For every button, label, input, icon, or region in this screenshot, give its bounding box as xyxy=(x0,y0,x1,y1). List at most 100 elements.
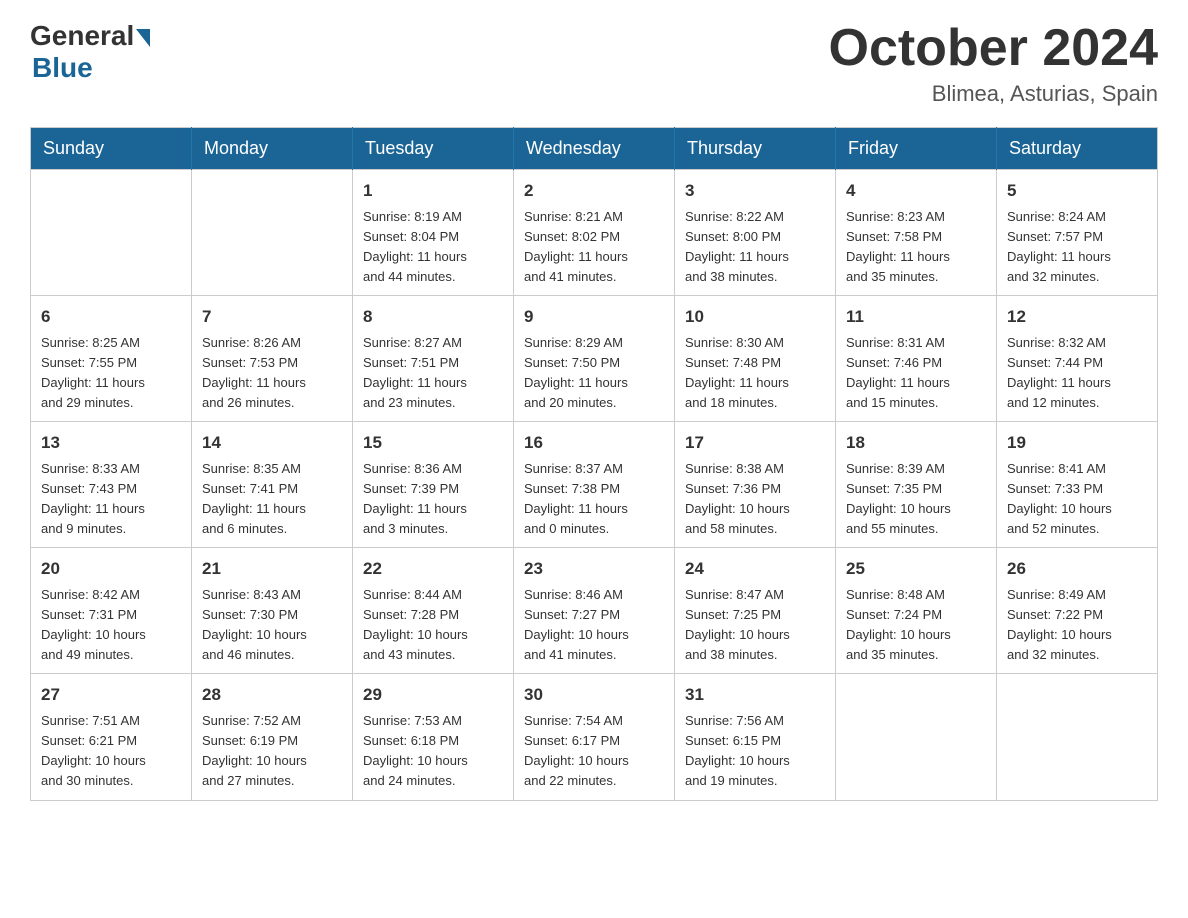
day-info: Sunrise: 7:51 AM Sunset: 6:21 PM Dayligh… xyxy=(41,711,181,792)
calendar-cell: 10Sunrise: 8:30 AM Sunset: 7:48 PM Dayli… xyxy=(675,296,836,422)
calendar-week-row: 6 Sunrise: 8:25 AM Sunset: 7:55 PM Daylig… xyxy=(31,296,1158,422)
day-info: Sunrise: 8:43 AM Sunset: 7:30 PM Dayligh… xyxy=(202,585,342,666)
calendar-cell xyxy=(192,170,353,296)
calendar-cell: 8 Sunrise: 8:27 AM Sunset: 7:51 PM Daylig… xyxy=(353,296,514,422)
day-number: 15 xyxy=(363,430,503,456)
day-number: 19 xyxy=(1007,430,1147,456)
day-number: 22 xyxy=(363,556,503,582)
day-info: Sunrise: 8:46 AM Sunset: 7:27 PM Dayligh… xyxy=(524,585,664,666)
day-info: Sunrise: 7:56 AM Sunset: 6:15 PM Dayligh… xyxy=(685,711,825,792)
logo-blue-text: Blue xyxy=(32,52,93,84)
calendar-cell: 25Sunrise: 8:48 AM Sunset: 7:24 PM Dayli… xyxy=(836,548,997,674)
calendar-cell: 2 Sunrise: 8:21 AM Sunset: 8:02 PM Daylig… xyxy=(514,170,675,296)
calendar-cell: 6 Sunrise: 8:25 AM Sunset: 7:55 PM Daylig… xyxy=(31,296,192,422)
day-number: 13 xyxy=(41,430,181,456)
day-number: 3 xyxy=(685,178,825,204)
day-info: Sunrise: 8:30 AM Sunset: 7:48 PM Dayligh… xyxy=(685,333,825,414)
day-info: Sunrise: 8:49 AM Sunset: 7:22 PM Dayligh… xyxy=(1007,585,1147,666)
day-info: Sunrise: 8:25 AM Sunset: 7:55 PM Dayligh… xyxy=(41,333,181,414)
calendar-day-header-thursday: Thursday xyxy=(675,128,836,170)
location-title: Blimea, Asturias, Spain xyxy=(829,81,1159,107)
calendar-cell: 28 Sunrise: 7:52 AM Sunset: 6:19 PM Dayli… xyxy=(192,674,353,800)
day-info: Sunrise: 8:37 AM Sunset: 7:38 PM Dayligh… xyxy=(524,459,664,540)
calendar-cell: 20Sunrise: 8:42 AM Sunset: 7:31 PM Dayli… xyxy=(31,548,192,674)
day-info: Sunrise: 8:22 AM Sunset: 8:00 PM Dayligh… xyxy=(685,207,825,288)
day-number: 1 xyxy=(363,178,503,204)
day-info: Sunrise: 8:31 AM Sunset: 7:46 PM Dayligh… xyxy=(846,333,986,414)
calendar-table: SundayMondayTuesdayWednesdayThursdayFrid… xyxy=(30,127,1158,800)
day-number: 30 xyxy=(524,682,664,708)
day-number: 21 xyxy=(202,556,342,582)
title-area: October 2024 Blimea, Asturias, Spain xyxy=(829,20,1159,107)
day-info: Sunrise: 7:53 AM Sunset: 6:18 PM Dayligh… xyxy=(363,711,503,792)
day-info: Sunrise: 8:41 AM Sunset: 7:33 PM Dayligh… xyxy=(1007,459,1147,540)
day-info: Sunrise: 8:32 AM Sunset: 7:44 PM Dayligh… xyxy=(1007,333,1147,414)
day-number: 14 xyxy=(202,430,342,456)
day-number: 17 xyxy=(685,430,825,456)
calendar-day-header-wednesday: Wednesday xyxy=(514,128,675,170)
day-number: 27 xyxy=(41,682,181,708)
month-title: October 2024 xyxy=(829,20,1159,77)
day-info: Sunrise: 8:39 AM Sunset: 7:35 PM Dayligh… xyxy=(846,459,986,540)
calendar-cell xyxy=(836,674,997,800)
day-number: 23 xyxy=(524,556,664,582)
day-info: Sunrise: 8:27 AM Sunset: 7:51 PM Dayligh… xyxy=(363,333,503,414)
calendar-cell: 12 Sunrise: 8:32 AM Sunset: 7:44 PM Dayli… xyxy=(997,296,1158,422)
day-info: Sunrise: 8:21 AM Sunset: 8:02 PM Dayligh… xyxy=(524,207,664,288)
day-info: Sunrise: 7:52 AM Sunset: 6:19 PM Dayligh… xyxy=(202,711,342,792)
day-number: 31 xyxy=(685,682,825,708)
calendar-cell: 18 Sunrise: 8:39 AM Sunset: 7:35 PM Dayli… xyxy=(836,422,997,548)
calendar-cell: 5Sunrise: 8:24 AM Sunset: 7:57 PM Daylig… xyxy=(997,170,1158,296)
day-number: 24 xyxy=(685,556,825,582)
calendar-cell: 1 Sunrise: 8:19 AM Sunset: 8:04 PM Daylig… xyxy=(353,170,514,296)
day-info: Sunrise: 8:19 AM Sunset: 8:04 PM Dayligh… xyxy=(363,207,503,288)
calendar-cell: 17 Sunrise: 8:38 AM Sunset: 7:36 PM Dayli… xyxy=(675,422,836,548)
day-info: Sunrise: 8:36 AM Sunset: 7:39 PM Dayligh… xyxy=(363,459,503,540)
day-info: Sunrise: 8:29 AM Sunset: 7:50 PM Dayligh… xyxy=(524,333,664,414)
day-info: Sunrise: 7:54 AM Sunset: 6:17 PM Dayligh… xyxy=(524,711,664,792)
page-header: General Blue October 2024 Blimea, Asturi… xyxy=(30,20,1158,107)
day-info: Sunrise: 8:26 AM Sunset: 7:53 PM Dayligh… xyxy=(202,333,342,414)
day-number: 9 xyxy=(524,304,664,330)
calendar-cell xyxy=(31,170,192,296)
day-number: 29 xyxy=(363,682,503,708)
calendar-cell: 21 Sunrise: 8:43 AM Sunset: 7:30 PM Dayli… xyxy=(192,548,353,674)
day-info: Sunrise: 8:24 AM Sunset: 7:57 PM Dayligh… xyxy=(1007,207,1147,288)
day-number: 6 xyxy=(41,304,181,330)
calendar-header-row: SundayMondayTuesdayWednesdayThursdayFrid… xyxy=(31,128,1158,170)
day-number: 11 xyxy=(846,304,986,330)
calendar-day-header-friday: Friday xyxy=(836,128,997,170)
calendar-cell: 30 Sunrise: 7:54 AM Sunset: 6:17 PM Dayli… xyxy=(514,674,675,800)
calendar-day-header-monday: Monday xyxy=(192,128,353,170)
calendar-week-row: 27 Sunrise: 7:51 AM Sunset: 6:21 PM Dayli… xyxy=(31,674,1158,800)
calendar-day-header-sunday: Sunday xyxy=(31,128,192,170)
day-number: 8 xyxy=(363,304,503,330)
calendar-cell: 22 Sunrise: 8:44 AM Sunset: 7:28 PM Dayli… xyxy=(353,548,514,674)
day-number: 12 xyxy=(1007,304,1147,330)
day-number: 28 xyxy=(202,682,342,708)
calendar-cell: 29 Sunrise: 7:53 AM Sunset: 6:18 PM Dayli… xyxy=(353,674,514,800)
calendar-week-row: 13 Sunrise: 8:33 AM Sunset: 7:43 PM Dayli… xyxy=(31,422,1158,548)
calendar-cell: 13 Sunrise: 8:33 AM Sunset: 7:43 PM Dayli… xyxy=(31,422,192,548)
calendar-cell: 26 Sunrise: 8:49 AM Sunset: 7:22 PM Dayli… xyxy=(997,548,1158,674)
day-number: 18 xyxy=(846,430,986,456)
calendar-cell: 15 Sunrise: 8:36 AM Sunset: 7:39 PM Dayli… xyxy=(353,422,514,548)
calendar-cell: 27 Sunrise: 7:51 AM Sunset: 6:21 PM Dayli… xyxy=(31,674,192,800)
day-info: Sunrise: 8:33 AM Sunset: 7:43 PM Dayligh… xyxy=(41,459,181,540)
day-number: 26 xyxy=(1007,556,1147,582)
calendar-cell: 3 Sunrise: 8:22 AM Sunset: 8:00 PM Daylig… xyxy=(675,170,836,296)
day-info: Sunrise: 8:35 AM Sunset: 7:41 PM Dayligh… xyxy=(202,459,342,540)
day-number: 16 xyxy=(524,430,664,456)
calendar-cell: 14 Sunrise: 8:35 AM Sunset: 7:41 PM Dayli… xyxy=(192,422,353,548)
calendar-week-row: 20Sunrise: 8:42 AM Sunset: 7:31 PM Dayli… xyxy=(31,548,1158,674)
logo: General Blue xyxy=(30,20,150,84)
logo-general-text: General xyxy=(30,20,134,52)
calendar-cell: 24Sunrise: 8:47 AM Sunset: 7:25 PM Dayli… xyxy=(675,548,836,674)
calendar-cell: 31 Sunrise: 7:56 AM Sunset: 6:15 PM Dayli… xyxy=(675,674,836,800)
day-info: Sunrise: 8:48 AM Sunset: 7:24 PM Dayligh… xyxy=(846,585,986,666)
calendar-cell: 19 Sunrise: 8:41 AM Sunset: 7:33 PM Dayli… xyxy=(997,422,1158,548)
day-number: 4 xyxy=(846,178,986,204)
day-info: Sunrise: 8:38 AM Sunset: 7:36 PM Dayligh… xyxy=(685,459,825,540)
day-number: 2 xyxy=(524,178,664,204)
day-info: Sunrise: 8:44 AM Sunset: 7:28 PM Dayligh… xyxy=(363,585,503,666)
